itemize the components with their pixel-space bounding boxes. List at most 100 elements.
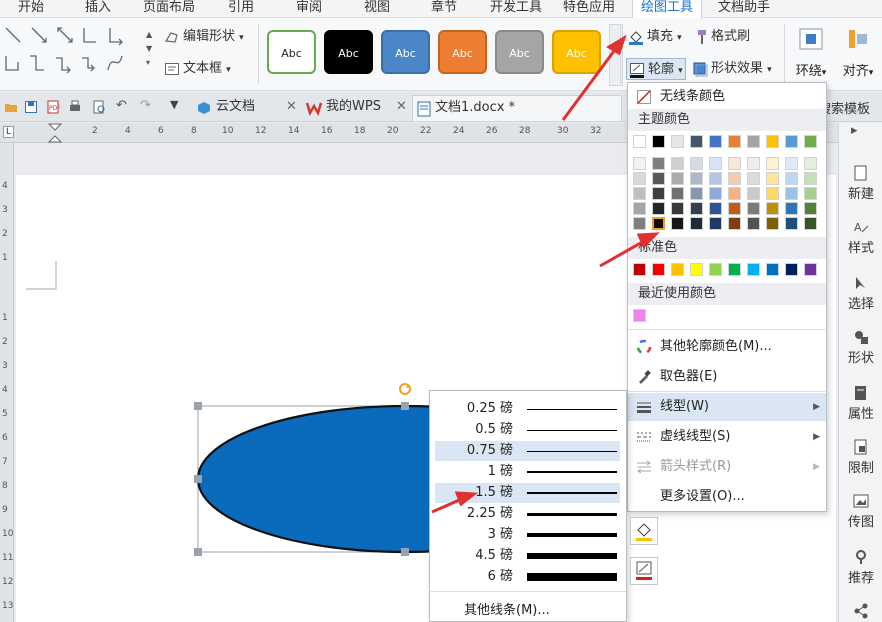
- theme-color-swatch[interactable]: [766, 187, 779, 200]
- line-weight-option[interactable]: 6 磅: [435, 567, 620, 587]
- theme-color-swatch[interactable]: [652, 172, 665, 185]
- print-preview-icon[interactable]: [92, 100, 106, 114]
- fill-button[interactable]: 填充 ▾: [628, 26, 682, 48]
- standard-color-swatch[interactable]: [709, 263, 722, 276]
- theme-color-swatch[interactable]: [766, 135, 779, 148]
- theme-color-swatch[interactable]: [766, 217, 779, 230]
- dash-style-item[interactable]: 虚线线型(S) ▶: [628, 423, 826, 451]
- pane-upload-image[interactable]: 传图: [839, 493, 882, 530]
- theme-color-swatch[interactable]: [766, 157, 779, 170]
- theme-color-swatch[interactable]: [671, 135, 684, 148]
- edit-shape-button[interactable]: 编辑形状 ▾: [164, 26, 244, 48]
- theme-color-swatch[interactable]: [747, 187, 760, 200]
- export-pdf-icon[interactable]: PDF: [46, 100, 60, 114]
- open-folder-icon[interactable]: [4, 100, 18, 114]
- theme-color-swatch[interactable]: [785, 187, 798, 200]
- shape-style-orange[interactable]: Abc: [438, 30, 487, 74]
- tab-view[interactable]: 视图: [364, 0, 390, 18]
- theme-color-swatch[interactable]: [633, 217, 646, 230]
- theme-color-swatch[interactable]: [633, 135, 646, 148]
- share-icon[interactable]: [853, 603, 869, 619]
- save-icon[interactable]: [24, 100, 38, 114]
- theme-color-swatch[interactable]: [785, 172, 798, 185]
- theme-color-swatch[interactable]: [690, 217, 703, 230]
- standard-color-swatch[interactable]: [766, 263, 779, 276]
- undo-icon[interactable]: ↶: [116, 98, 130, 113]
- standard-color-swatch[interactable]: [690, 263, 703, 276]
- tab-developer[interactable]: 开发工具: [490, 0, 542, 18]
- more-lines-item[interactable]: 其他线条(M)...: [464, 599, 550, 618]
- tab-my-wps[interactable]: 我的WPS ✕: [304, 95, 410, 121]
- eyedropper-item[interactable]: 取色器(E): [628, 363, 826, 391]
- theme-color-swatch[interactable]: [709, 135, 722, 148]
- theme-color-swatch[interactable]: [766, 172, 779, 185]
- theme-color-swatch[interactable]: [690, 187, 703, 200]
- pane-select[interactable]: 选择: [839, 275, 882, 312]
- line-weight-option[interactable]: 0.5 磅: [435, 420, 620, 440]
- tab-stop-selector[interactable]: L: [3, 126, 15, 138]
- theme-color-swatch[interactable]: [728, 202, 741, 215]
- theme-color-swatch[interactable]: [804, 157, 817, 170]
- shape-style-blue[interactable]: Abc: [381, 30, 430, 74]
- shape-style-black[interactable]: Abc: [324, 30, 373, 74]
- theme-color-swatch[interactable]: [633, 172, 646, 185]
- theme-color-swatch[interactable]: [804, 135, 817, 148]
- line-weight-option[interactable]: 1 磅: [435, 462, 620, 482]
- theme-color-swatch[interactable]: [785, 157, 798, 170]
- tab-cloud-doc[interactable]: 云文档 ✕: [194, 95, 298, 121]
- line-weight-option[interactable]: 3 磅: [435, 525, 620, 545]
- tab-home[interactable]: 开始: [18, 0, 44, 18]
- tab-review[interactable]: 审阅: [296, 0, 322, 18]
- theme-color-swatch[interactable]: [785, 202, 798, 215]
- line-shapes-gallery[interactable]: [0, 22, 140, 88]
- theme-color-swatch[interactable]: [728, 172, 741, 185]
- line-weight-option[interactable]: 2.25 磅: [435, 504, 620, 524]
- theme-color-swatch[interactable]: [804, 187, 817, 200]
- standard-color-swatch[interactable]: [671, 263, 684, 276]
- tab-drawing-tools[interactable]: 绘图工具: [632, 0, 703, 18]
- pane-properties[interactable]: 属性: [839, 385, 882, 422]
- pane-recommend[interactable]: 推荐: [839, 549, 882, 586]
- gallery-scroll-buttons[interactable]: ▲ ▼ ▾: [146, 28, 156, 82]
- theme-color-swatch[interactable]: [804, 172, 817, 185]
- no-line-color-item[interactable]: 无线条颜色: [628, 83, 826, 111]
- theme-color-swatch[interactable]: [747, 135, 760, 148]
- theme-color-swatch[interactable]: [804, 217, 817, 230]
- print-icon[interactable]: [68, 100, 82, 114]
- theme-color-swatch[interactable]: [671, 187, 684, 200]
- theme-color-swatch[interactable]: [728, 187, 741, 200]
- theme-color-swatch[interactable]: [633, 202, 646, 215]
- line-style-item[interactable]: 线型(W) ▶: [628, 393, 826, 421]
- recent-color-swatch[interactable]: [633, 309, 646, 322]
- shape-style-gray[interactable]: Abc: [495, 30, 544, 74]
- theme-color-swatch[interactable]: [785, 135, 798, 148]
- pane-shapes[interactable]: 形状: [839, 329, 882, 366]
- shape-effects-button[interactable]: 形状效果 ▾: [692, 58, 772, 80]
- theme-color-swatch[interactable]: [747, 157, 760, 170]
- close-tab-icon[interactable]: ✕: [286, 95, 297, 119]
- tab-special[interactable]: 特色应用: [563, 0, 615, 18]
- theme-color-swatch[interactable]: [671, 157, 684, 170]
- outline-button[interactable]: 轮廓 ▾: [626, 58, 686, 80]
- more-settings-item[interactable]: 更多设置(O)...: [628, 483, 826, 511]
- shape-style-gold[interactable]: Abc: [552, 30, 601, 74]
- quick-access-menu-icon[interactable]: ▼: [170, 98, 184, 112]
- theme-color-swatch[interactable]: [652, 157, 665, 170]
- wrap-button[interactable]: 环绕▾: [794, 28, 828, 86]
- theme-color-swatch[interactable]: [652, 135, 665, 148]
- align-button[interactable]: 对齐▾: [838, 28, 878, 86]
- theme-color-swatch[interactable]: [728, 217, 741, 230]
- standard-color-swatch[interactable]: [747, 263, 760, 276]
- theme-color-swatch[interactable]: [804, 202, 817, 215]
- theme-color-swatch[interactable]: [690, 202, 703, 215]
- theme-color-swatch[interactable]: [671, 202, 684, 215]
- tab-references[interactable]: 引用: [228, 0, 254, 18]
- shape-style-white[interactable]: Abc: [267, 30, 316, 74]
- theme-color-swatch[interactable]: [728, 135, 741, 148]
- theme-color-swatch[interactable]: [690, 157, 703, 170]
- pane-styles[interactable]: A 样式: [839, 219, 882, 256]
- theme-color-swatch[interactable]: [652, 187, 665, 200]
- standard-color-swatch[interactable]: [633, 263, 646, 276]
- line-weight-option[interactable]: 0.75 磅: [435, 441, 620, 461]
- theme-color-swatch[interactable]: [728, 157, 741, 170]
